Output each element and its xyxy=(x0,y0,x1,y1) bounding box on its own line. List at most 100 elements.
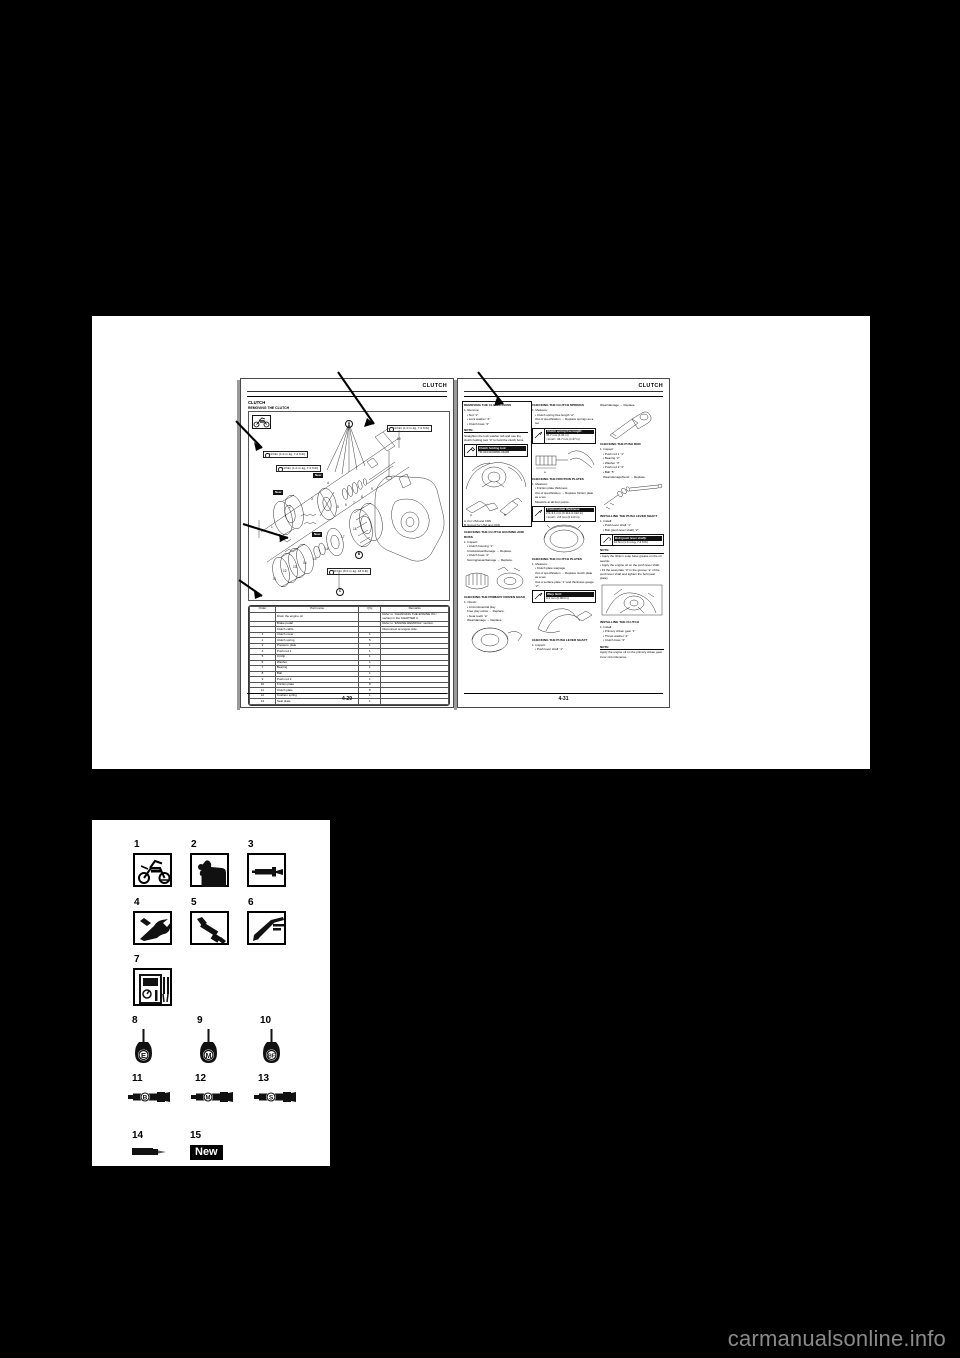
legend-number-5: 5 xyxy=(191,897,197,908)
wheel-bearing-grease-icon: B xyxy=(128,1088,174,1111)
parts-table-body: Drain the engine oil Refer to “CHANGING T… xyxy=(249,611,449,705)
header-rule xyxy=(247,391,447,392)
note-text: Apply the engine oil on the primary driv… xyxy=(600,650,663,659)
heading-checking-clutch-springs: CHECKING THE CLUTCH SPRINGS xyxy=(532,403,584,407)
spec-box-friction-plate: Friction plate thickness: 2.9–3.1 mm (0.… xyxy=(532,505,596,522)
callout-number-5: 5 xyxy=(467,356,479,379)
spring-measurement-artwork: a xyxy=(535,450,595,474)
torque-wrench-icon xyxy=(190,911,229,945)
site-watermark: carmanualsonline.info xyxy=(727,1326,946,1351)
svg-text:4: 4 xyxy=(327,481,329,485)
silicone-grease-icon: S xyxy=(254,1088,300,1111)
page-header-left: CLUTCH xyxy=(422,383,447,389)
motorcycle-icon xyxy=(133,853,172,887)
note-label: NOTE: xyxy=(600,645,664,650)
spec-limit: <Limit>: 34.7 mm (1.37 in) xyxy=(546,436,580,441)
legend-number-9: 9 xyxy=(197,1015,203,1026)
svg-text:BF: BF xyxy=(268,1054,276,1060)
heading-removing-clutch-boss: REMOVING THE CLUTCH BOSS xyxy=(464,403,512,407)
push-lever-shaft-artwork xyxy=(609,411,652,440)
note-text: Straighten the lock washer tab and use t… xyxy=(464,433,525,443)
grease-gun-icon xyxy=(247,853,286,887)
step-item: Measure at all four points. xyxy=(535,499,570,504)
legend-number-8: 8 xyxy=(132,1015,138,1026)
special-tool-icon xyxy=(133,911,172,945)
vernier-caliper-icon xyxy=(247,911,286,945)
heading-checking-clutch-plates: CHECKING THE CLUTCH PLATES xyxy=(532,556,582,561)
legend-number-12: 12 xyxy=(195,1073,207,1084)
spec-box-warp-limit: Warp limit: 0.1 mm (0.004 in) xyxy=(532,590,596,603)
svg-text:9: 9 xyxy=(371,487,373,491)
legend-number-11: 11 xyxy=(132,1073,143,1084)
legend-number-1: 1 xyxy=(134,839,140,850)
legend-number-4: 4 xyxy=(134,897,140,908)
svg-text:8: 8 xyxy=(361,495,363,499)
svg-text:E: E xyxy=(141,1051,146,1060)
legend-number-13: 13 xyxy=(258,1073,270,1084)
special-tool-box: Clutch holding tool: YM-91042/90890-0408… xyxy=(464,444,528,457)
svg-text:M: M xyxy=(206,1096,211,1102)
legend-number-10: 10 xyxy=(260,1015,272,1026)
legend-number-15: 15 xyxy=(190,1130,202,1141)
svg-text:1: 1 xyxy=(271,525,273,529)
svg-text:a: a xyxy=(544,470,546,474)
note-label: NOTE: xyxy=(600,548,664,554)
spec-limit: <Limit>: 2.8 mm (0.110 in) xyxy=(546,515,580,520)
svg-text:13: 13 xyxy=(293,565,297,569)
step-item: Wear/damage/bend → Replace. xyxy=(603,474,646,479)
manual-column-2: CHECKING THE CLUTCH SPRINGS 1. Measure: … xyxy=(532,403,596,652)
note-item: • Fit the seat plate “3” in the groove “… xyxy=(600,567,660,581)
heading-checking-friction-plates: CHECKING THE FRICTION PLATES xyxy=(532,476,584,481)
heading-checking-clutch-housing: CHECKING THE CLUTCH HOUSING AND BOSS xyxy=(464,530,524,539)
footer-rule xyxy=(464,693,663,694)
manual-column-3: Wear/damage → Replace. CHECKING THE PUSH… xyxy=(600,403,664,659)
multimeter-icon xyxy=(133,968,172,1006)
callout-number-3: 3 xyxy=(326,357,338,380)
svg-text:A: A xyxy=(470,513,472,517)
svg-text:11: 11 xyxy=(273,577,277,581)
svg-text:S: S xyxy=(269,1095,274,1102)
clutch-assembly-artwork: 123 45 6 789 111213 141516 171819 xyxy=(258,423,445,588)
heading-checking-push-rod: CHECKING THE PUSH ROD xyxy=(600,442,641,447)
callout-number-4: 4 xyxy=(216,564,228,587)
cell-part-name: Drain the engine oil xyxy=(274,611,360,622)
spec-text: Warp limit: 0.1 mm (0.004 in) xyxy=(545,591,595,601)
svg-text:14: 14 xyxy=(303,561,307,565)
oil-can-icon xyxy=(190,853,229,887)
header-rule-bold xyxy=(464,396,663,398)
spec-text: Bolt (push lever shaft): 10 Nm (1.0 m·kg… xyxy=(613,535,663,545)
svg-text:16: 16 xyxy=(325,547,329,551)
special-tool-icon xyxy=(465,445,477,456)
table-row: Drain the engine oil Refer to “CHANGING T… xyxy=(249,611,449,622)
svg-text:19: 19 xyxy=(397,437,401,441)
heading-installing-the-clutch: INSTALLING THE CLUTCH xyxy=(600,619,639,624)
note-item: • Apply the lithium soap base grease on … xyxy=(600,554,662,563)
svg-text:15: 15 xyxy=(313,557,317,561)
brake-fluid-bottle-icon: BF xyxy=(259,1029,285,1072)
spec-text: Friction plate thickness: 2.9–3.1 mm (0.… xyxy=(545,507,595,521)
step-item: • Push lever shaft “1” xyxy=(535,647,563,652)
svg-text:12: 12 xyxy=(283,569,287,573)
step-item: Out of specification → Replace friction … xyxy=(535,490,594,500)
footer-rule xyxy=(247,693,447,694)
molybdenum-oil-bottle-icon: M xyxy=(196,1029,222,1072)
svg-text:5: 5 xyxy=(337,505,339,509)
svg-text:B: B xyxy=(143,1095,148,1102)
manual-figure-panel: CLUTCH CLUTCH REMOVING THE CLUTCH 10 Nm … xyxy=(92,316,870,769)
engine-oil-bottle-icon: E xyxy=(131,1029,157,1072)
friction-plate-artwork xyxy=(543,524,585,553)
page-number-left: 4-29 xyxy=(341,696,352,702)
header-rule-bold xyxy=(247,396,447,398)
heading-checking-push-lever-shaft: CHECKING THE PUSH LEVER SHAFT xyxy=(532,637,588,642)
push-lever-install-artwork xyxy=(601,584,663,615)
molybdenum-grease-icon: M xyxy=(191,1088,237,1111)
step-item: • Clutch boss “3” xyxy=(467,421,490,426)
header-rule xyxy=(464,391,663,392)
spec-text: Clutch spring free length: 36.7 mm (1.61… xyxy=(545,429,595,443)
svg-text:M: M xyxy=(206,1053,212,1060)
measure-icon xyxy=(533,591,545,602)
heading-primary-driven-gear: CHECKING THE PRIMARY DRIVEN GEAR xyxy=(464,595,525,600)
locking-agent-icon xyxy=(131,1145,171,1164)
torque-icon xyxy=(601,535,613,546)
lock-washer-detail-artwork: A B xyxy=(465,497,523,517)
